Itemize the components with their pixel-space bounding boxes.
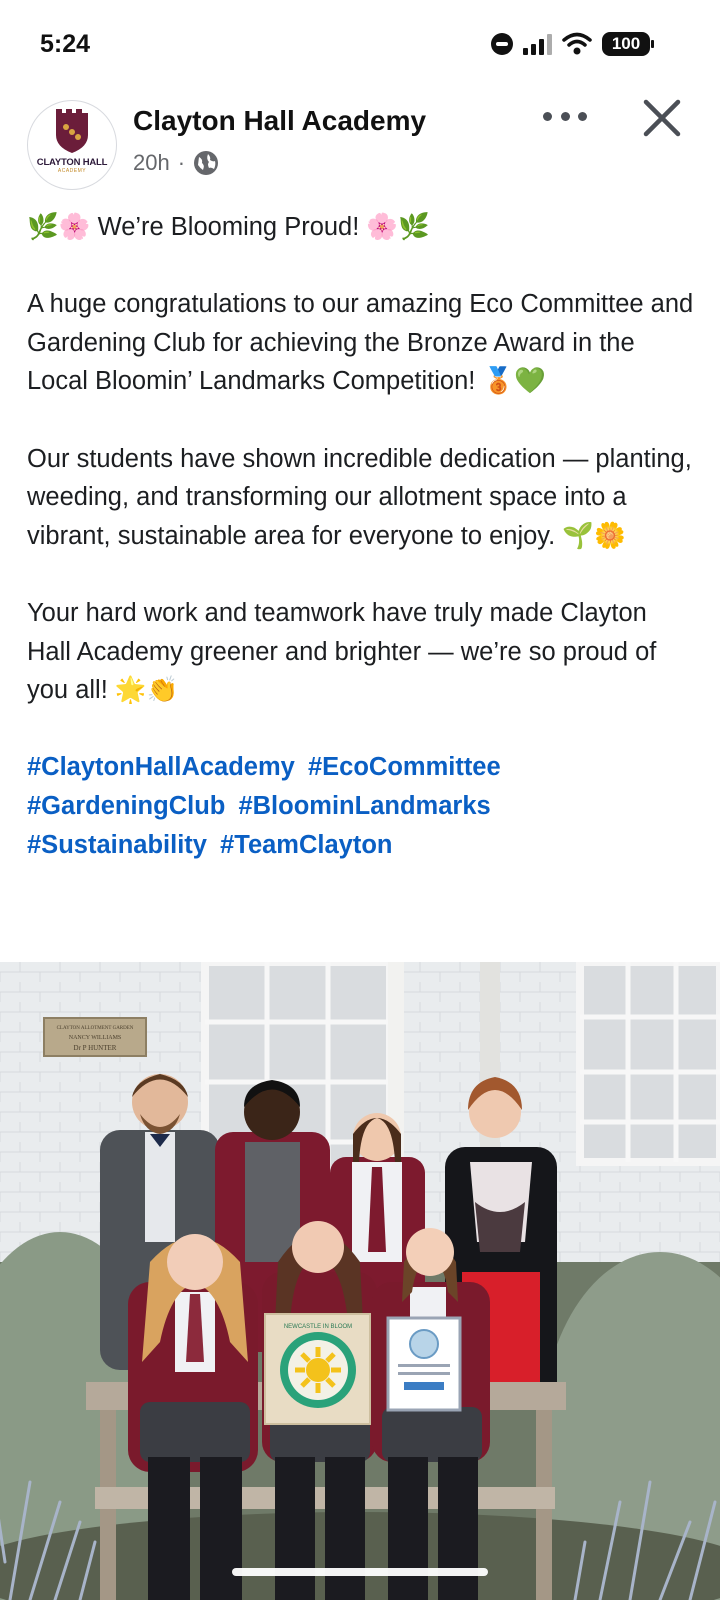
hashtag-link[interactable]: #EcoCommittee (308, 753, 501, 781)
post-time[interactable]: 20h (133, 150, 170, 176)
post-paragraph: Our students have shown incredible dedic… (27, 444, 692, 550)
globe-icon (194, 151, 219, 175)
plaque-text: NANCY WILLIAMS (69, 1035, 122, 1041)
post-photo[interactable]: CLAYTON ALLOTMENT GARDEN NANCY WILLIAMS … (0, 962, 720, 1600)
hashtag-list: #ClaytonHallAcademy #EcoCommittee #Garde… (27, 748, 697, 864)
page-name-link[interactable]: Clayton Hall Academy (133, 105, 426, 137)
hashtag-link[interactable]: #TeamClayton (220, 831, 392, 859)
home-indicator[interactable] (232, 1568, 488, 1576)
signal-icon (523, 33, 552, 55)
status-time: 5:24 (40, 30, 91, 58)
plaque-text: Dr P HUNTER (74, 1044, 117, 1052)
close-icon[interactable] (640, 96, 684, 140)
hashtag-link[interactable]: #ClaytonHallAcademy (27, 753, 295, 781)
hashtag-link[interactable]: #Sustainability (27, 831, 207, 859)
post-body: 🌿🌸 We’re Blooming Proud! 🌸🌿 A huge congr… (27, 208, 697, 864)
plaque-text: CLAYTON ALLOTMENT GARDEN (57, 1026, 134, 1031)
avatar-school-sub: ACADEMY (57, 168, 87, 174)
battery-indicator: 100 (602, 32, 654, 56)
status-icons: 100 (491, 32, 654, 56)
hashtag-link[interactable]: #GardeningClub (27, 792, 225, 820)
school-crest-icon (56, 109, 88, 153)
wifi-icon (562, 32, 592, 55)
page-avatar[interactable]: CLAYTON HALL ACADEMY (27, 100, 117, 190)
do-not-disturb-icon (491, 33, 513, 55)
avatar-school-name: CLAYTON HALL (36, 157, 108, 168)
post-paragraph: A huge congratulations to our amazing Ec… (27, 290, 694, 396)
meta-separator: · (177, 150, 186, 175)
post-paragraph: Your hard work and teamwork have truly m… (27, 598, 657, 705)
post-headline: 🌿🌸 We’re Blooming Proud! 🌸🌿 (27, 213, 430, 241)
group-photo-illustration: CLAYTON ALLOTMENT GARDEN NANCY WILLIAMS … (0, 962, 720, 1600)
post-meta: 20h · (133, 150, 219, 176)
status-bar: 5:24 100 (0, 0, 720, 90)
more-dots-icon[interactable] (543, 100, 587, 132)
tote-bag-text: NEWCASTLE IN BLOOM (284, 1324, 352, 1330)
hashtag-link[interactable]: #BloominLandmarks (238, 792, 490, 820)
